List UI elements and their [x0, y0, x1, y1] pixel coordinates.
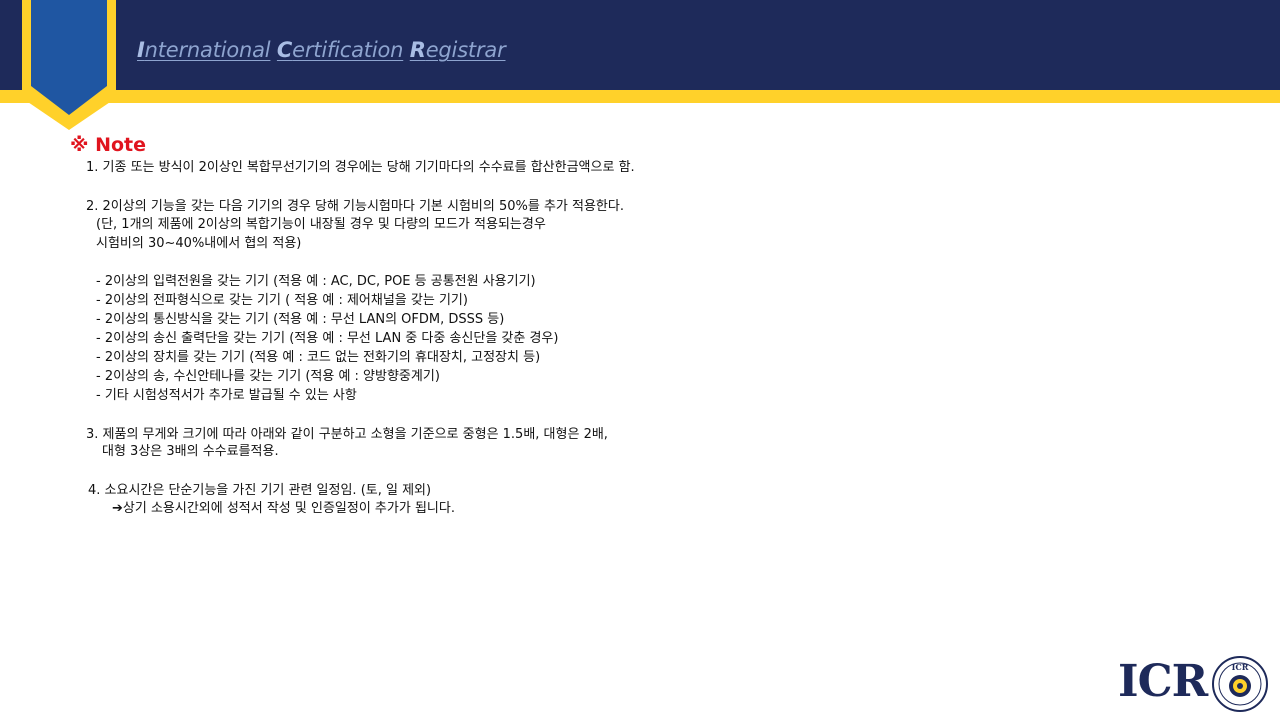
header-gold-stripe [0, 90, 1280, 103]
note-sub-item: - 2이상의 송, 수신안테나를 갖는 기기 (적용 예 : 양방향중계기) [96, 369, 440, 384]
bookmark-ribbon [22, 0, 116, 130]
logo-wordmark: ICR [1118, 656, 1208, 707]
note-sub-item: - 2이상의 입력전원을 갖는 기기 (적용 예 : AC, DC, POE 등… [96, 274, 536, 289]
brand-word-international: International [137, 38, 271, 62]
brand-title: International Certification Registrar [137, 38, 506, 62]
note-item-2-detail: (단, 1개의 제품에 2이상의 복합기능이 내장될 경우 및 다량의 모드가 … [96, 217, 546, 232]
note-item-1: 1. 기종 또는 방식이 2이상인 복합무선기기의 경우에는 당해 기기마다의 … [86, 160, 635, 175]
note-sub-item: - 2이상의 장치를 갖는 기기 (적용 예 : 코드 없는 전화기의 휴대장치… [96, 350, 541, 365]
note-heading: ※ Note [70, 134, 147, 156]
note-item-3: 3. 제품의 무게와 크기에 따라 아래와 같이 구분하고 소형을 기준으로 중… [86, 427, 608, 442]
icr-logo: ICR ICR [1118, 655, 1273, 717]
note-item-4-detail: ➔상기 소용시간외에 성적서 작성 및 인증일정이 추가가 됩니다. [112, 501, 455, 516]
note-sub-item: - 기타 시험성적서가 추가로 발급될 수 있는 사항 [96, 388, 357, 403]
note-item-4: 4. 소요시간은 단순기능을 가진 기기 관련 일정임. (토, 일 제외) [88, 483, 432, 498]
note-sub-item: - 2이상의 전파형식으로 갖는 기기 ( 적용 예 : 제어채널을 갖는 기기… [96, 293, 468, 308]
note-sub-item: - 2이상의 송신 출력단을 갖는 기기 (적용 예 : 무선 LAN 중 다중… [96, 331, 559, 346]
seal-label: ICR [1232, 662, 1249, 672]
brand-word-registrar: Registrar [409, 38, 506, 62]
note-sub-item: - 2이상의 통신방식을 갖는 기기 (적용 예 : 무선 LAN의 OFDM,… [96, 312, 505, 327]
logo-seal-emblem: ICR [1212, 656, 1268, 712]
note-item-3-detail: 대형 3상은 3배의 수수료를적용. [102, 444, 279, 459]
note-item-2-detail: 시험비의 30~40%내에서 협의 적용) [96, 236, 302, 251]
brand-word-certification: Certification [276, 38, 404, 62]
note-item-2: 2. 2이상의 기능을 갖는 다음 기기의 경우 당해 기능시험마다 기본 시험… [86, 199, 624, 214]
